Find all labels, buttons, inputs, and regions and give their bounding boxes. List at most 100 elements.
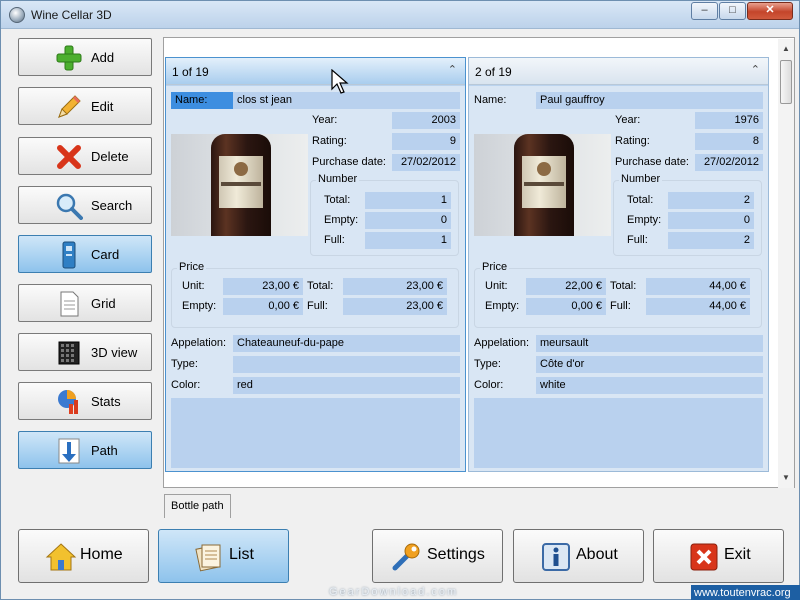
card-counter: 2 of 19	[475, 65, 512, 79]
price-total-field[interactable]: 23,00 €	[343, 278, 447, 295]
price-empty-field[interactable]: 0,00 €	[526, 298, 606, 315]
card-header[interactable]: 1 of 19 ⌃	[166, 58, 465, 85]
empty-label: Empty:	[627, 214, 662, 226]
tab-strip: Bottle path	[163, 492, 795, 518]
notes-area[interactable]	[171, 398, 460, 468]
full-label: Full:	[627, 234, 648, 246]
purchase-date-field[interactable]: 27/02/2012	[695, 154, 763, 171]
scroll-down-icon[interactable]: ▼	[778, 470, 794, 486]
magnifier-icon	[56, 193, 83, 220]
minimize-button[interactable]: –	[691, 2, 718, 20]
color-field[interactable]: white	[536, 377, 763, 394]
card-counter: 1 of 19	[172, 65, 209, 79]
number-empty-field[interactable]: 0	[365, 212, 451, 229]
price-empty-label: Empty:	[485, 300, 520, 312]
maximize-button[interactable]: □	[719, 2, 746, 20]
settings-label: Settings	[427, 546, 485, 563]
number-empty-field[interactable]: 0	[668, 212, 754, 229]
list-icon	[195, 544, 221, 572]
card-view[interactable]: 1 of 19 ⌃ Name: clos st jean Year: 2003 …	[163, 37, 795, 488]
year-field[interactable]: 1976	[695, 112, 763, 129]
empty-label: Empty:	[324, 214, 359, 226]
home-button[interactable]: Home	[18, 529, 149, 583]
add-button[interactable]: Add	[18, 38, 152, 76]
number-total-field[interactable]: 2	[668, 192, 754, 209]
settings-button[interactable]: Settings	[372, 529, 503, 583]
title-bar[interactable]: Wine Cellar 3D – □ ✕	[1, 1, 799, 29]
tab-bottle-path[interactable]: Bottle path	[164, 494, 231, 518]
list-label: List	[229, 546, 254, 563]
card-button[interactable]: Card	[18, 235, 152, 273]
name-field[interactable]: Paul gauffroy	[536, 92, 763, 109]
pencil-icon	[58, 95, 81, 118]
rating-label: Rating:	[312, 135, 347, 147]
price-full-field[interactable]: 23,00 €	[343, 298, 447, 315]
list-button[interactable]: List	[158, 529, 289, 583]
3d-view-button[interactable]: 3D view	[18, 333, 152, 371]
purchase-date-label: Purchase date:	[615, 156, 689, 168]
appelation-field[interactable]: meursault	[536, 335, 763, 352]
search-button[interactable]: Search	[18, 186, 152, 224]
vertical-scrollbar[interactable]: ▲ ▼	[778, 39, 794, 488]
price-empty-label: Empty:	[182, 300, 217, 312]
path-button[interactable]: Path	[18, 431, 152, 469]
site-link[interactable]: www.toutenvrac.org	[691, 585, 800, 600]
wine-card-1[interactable]: 1 of 19 ⌃ Name: clos st jean Year: 2003 …	[165, 57, 466, 472]
delete-x-icon	[57, 145, 81, 169]
color-label: Color:	[171, 379, 201, 391]
appelation-field[interactable]: Chateauneuf-du-pape	[233, 335, 460, 352]
year-label: Year:	[312, 114, 338, 126]
mouse-cursor-icon	[331, 69, 349, 94]
grid-button[interactable]: Grid	[18, 284, 152, 322]
collapse-icon[interactable]: ⌃	[448, 63, 457, 76]
rating-field[interactable]: 9	[392, 133, 460, 150]
type-label: Type:	[171, 358, 198, 370]
edit-button[interactable]: Edit	[18, 87, 152, 125]
bottle-photo	[474, 134, 611, 236]
stats-button[interactable]: Stats	[18, 382, 152, 420]
price-full-label: Full:	[610, 300, 631, 312]
wine-card-2[interactable]: 2 of 19 ⌃ Name: Paul gauffroy Year: 1976…	[468, 57, 769, 472]
price-unit-field[interactable]: 23,00 €	[223, 278, 303, 295]
client-area: Add Edit Delete Search Card Grid 3D view…	[9, 31, 795, 597]
scroll-up-icon[interactable]: ▲	[778, 41, 794, 57]
color-label: Color:	[474, 379, 504, 391]
price-full-field[interactable]: 44,00 €	[646, 298, 750, 315]
chart-icon	[58, 390, 78, 414]
price-unit-field[interactable]: 22,00 €	[526, 278, 606, 295]
card-body: Name: clos st jean Year: 2003 Rating: 9 …	[166, 86, 465, 471]
scroll-thumb[interactable]	[780, 60, 792, 104]
delete-button[interactable]: Delete	[18, 137, 152, 175]
purchase-date-field[interactable]: 27/02/2012	[392, 154, 460, 171]
price-group-title: Price	[480, 261, 510, 273]
number-full-field[interactable]: 2	[668, 232, 754, 249]
card-icon	[62, 241, 76, 269]
collapse-icon[interactable]: ⌃	[751, 63, 760, 76]
color-field[interactable]: red	[233, 377, 460, 394]
notes-area[interactable]	[474, 398, 763, 468]
price-total-field[interactable]: 44,00 €	[646, 278, 750, 295]
number-group-title: Number	[316, 173, 360, 185]
type-field[interactable]: Côte d'or	[536, 356, 763, 373]
total-label: Total:	[627, 194, 654, 206]
add-icon	[56, 45, 82, 71]
year-label: Year:	[615, 114, 641, 126]
add-label: Add	[91, 50, 115, 65]
number-total-field[interactable]: 1	[365, 192, 451, 209]
close-button[interactable]: ✕	[747, 2, 793, 20]
exit-button[interactable]: Exit	[653, 529, 784, 583]
search-label: Search	[91, 198, 133, 213]
delete-label: Delete	[91, 149, 129, 164]
type-field[interactable]	[233, 356, 460, 373]
price-empty-field[interactable]: 0,00 €	[223, 298, 303, 315]
number-full-field[interactable]: 1	[365, 232, 451, 249]
price-total-label: Total:	[610, 280, 637, 292]
home-label: Home	[80, 546, 123, 563]
card-label: Card	[91, 247, 120, 262]
card-body: Name: Paul gauffroy Year: 1976 Rating: 8…	[469, 86, 768, 471]
about-button[interactable]: About	[513, 529, 644, 583]
card-header[interactable]: 2 of 19 ⌃	[469, 58, 768, 85]
full-label: Full:	[324, 234, 345, 246]
rating-field[interactable]: 8	[695, 133, 763, 150]
year-field[interactable]: 2003	[392, 112, 460, 129]
